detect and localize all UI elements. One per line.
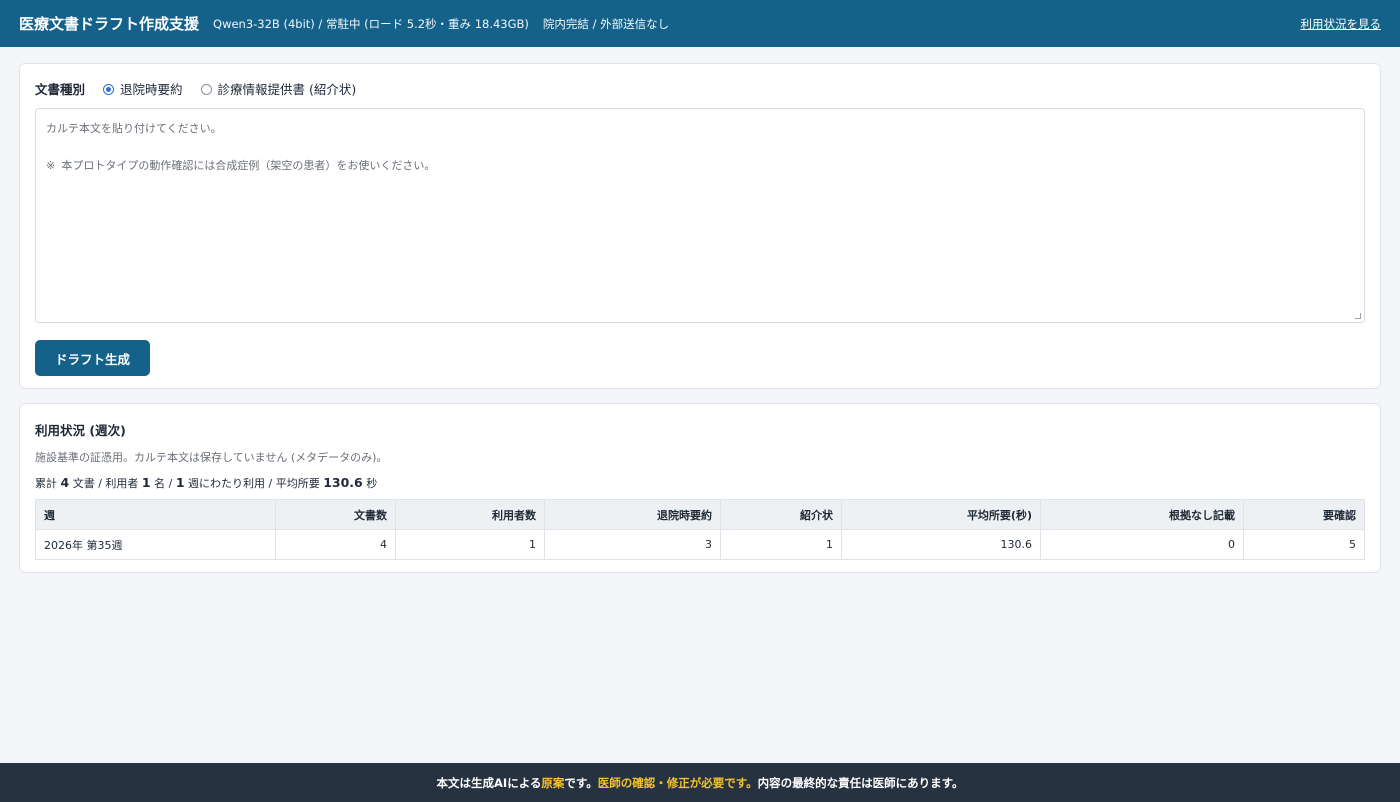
header-bar: 医療文書ドラフト作成支援 Qwen3-32B (4bit) / 常駐中 (ロード… — [0, 0, 1400, 47]
column-header: 紹介状 — [720, 499, 842, 530]
footer-highlight: 原案 — [541, 775, 565, 790]
summary-users: 1 — [141, 475, 151, 490]
radio-label-referral-letter[interactable]: 診療情報提供書 (紹介状) — [218, 79, 357, 98]
app-title: 医療文書ドラフト作成支援 — [19, 15, 200, 33]
column-header: 利用者数 — [395, 499, 545, 530]
table-cell: 4 — [275, 529, 396, 560]
table-cell: 3 — [544, 529, 721, 560]
usage-note: 施設基準の証憑用。カルテ本文は保存していません (メタデータのみ)。 — [35, 451, 388, 464]
summary-weeks: 1 — [175, 475, 185, 490]
summary-docs: 4 — [60, 475, 70, 490]
column-header: 根拠なし記載 — [1040, 499, 1244, 530]
usage-link[interactable]: 利用状況を見る — [1301, 16, 1382, 32]
generate-draft-button[interactable]: ドラフト生成 — [35, 340, 150, 376]
radio-discharge-summary[interactable] — [103, 83, 115, 95]
table-cell: 2026年 第35週 — [35, 529, 276, 560]
summary-docs-unit: 文書 / 利用者 — [72, 477, 139, 490]
table-cell: 1 — [395, 529, 545, 560]
column-header: 文書数 — [275, 499, 396, 530]
summary-weeks-unit: 週にわたり利用 / 平均所要 — [188, 477, 320, 490]
radio-label-discharge-summary[interactable]: 退院時要約 — [120, 79, 183, 98]
summary-avg: 130.6 — [323, 475, 363, 490]
radio-referral-letter[interactable] — [200, 83, 212, 95]
placeholder-line: カルテ本文を貼り付けてください。 — [46, 123, 222, 135]
usage-card: 利用状況 (週次) 施設基準の証憑用。カルテ本文は保存していません (メタデータ… — [19, 403, 1381, 573]
footer-text: です。 — [564, 775, 598, 790]
privacy-status: 院内完結 / 外部送信なし — [542, 16, 670, 31]
footer-highlight: 医師の確認・修正が必要です。 — [597, 775, 758, 790]
placeholder-line — [46, 139, 1354, 158]
footer-text: 内容の最終的な責任は医師にあります。 — [757, 775, 964, 790]
placeholder-line: ※ 本プロトタイプの動作確認には合成症例（架空の患者）をお使いください。 — [46, 160, 436, 172]
model-status: Qwen3-32B (4bit) / 常駐中 (ロード 5.2秒・重み 18.4… — [213, 16, 529, 31]
table-row: 2026年 第35週 4 1 3 1 130.6 0 5 — [35, 529, 1365, 560]
usage-summary: 累計 4 文書 / 利用者 1 名 / 1 週にわたり利用 / 平均所要 130… — [35, 475, 1365, 491]
table-cell: 130.6 — [841, 529, 1041, 560]
column-header: 退院時要約 — [544, 499, 721, 530]
summary-avg-unit: 秒 — [366, 477, 378, 490]
input-card: 文書種別 退院時要約 診療情報提供書 (紹介状) カルテ本文を貼り付けてください… — [19, 63, 1381, 389]
summary-prefix: 累計 — [35, 477, 57, 490]
doc-type-label: 文書種別 — [35, 81, 86, 97]
column-header: 要確認 — [1243, 499, 1365, 530]
column-header: 週 — [35, 499, 276, 530]
table-header-row: 週 文書数 利用者数 退院時要約 紹介状 平均所要(秒) 根拠なし記載 要確認 — [35, 499, 1365, 530]
table-cell: 0 — [1040, 529, 1244, 560]
table-cell: 1 — [720, 529, 842, 560]
footer-text: 本文は生成AIによる — [436, 775, 542, 790]
doc-type-selector: 文書種別 退院時要約 診療情報提供書 (紹介状) — [35, 79, 1365, 97]
resize-handle[interactable] — [1355, 313, 1361, 319]
disclaimer-footer: 本文は生成AIによる 原案 です。 医師の確認・修正が必要です。 内容の最終的な… — [0, 763, 1400, 802]
usage-title: 利用状況 (週次) — [35, 423, 126, 438]
summary-users-unit: 名 / — [154, 477, 173, 490]
table-cell: 5 — [1243, 529, 1365, 560]
karte-textarea[interactable]: カルテ本文を貼り付けてください。 ※ 本プロトタイプの動作確認には合成症例（架空… — [35, 108, 1365, 323]
column-header: 平均所要(秒) — [841, 499, 1041, 530]
usage-table: 週 文書数 利用者数 退院時要約 紹介状 平均所要(秒) 根拠なし記載 要確認 … — [35, 499, 1365, 560]
